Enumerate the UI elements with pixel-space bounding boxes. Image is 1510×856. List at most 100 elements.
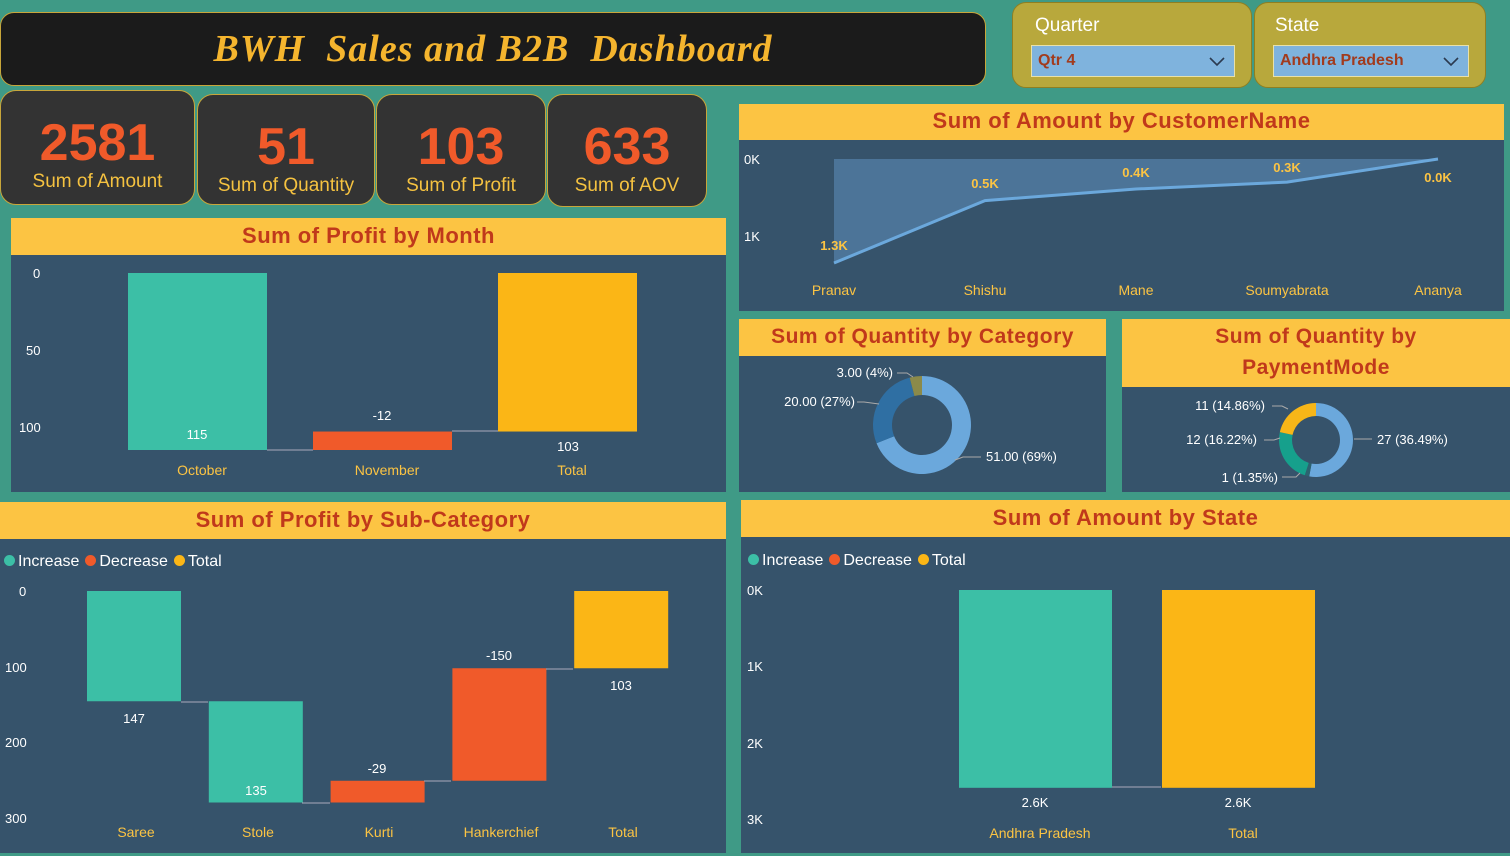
bar-saree[interactable]	[87, 591, 181, 702]
donut-label: 12 (16.22%)	[1186, 432, 1257, 447]
donut-label: 20.00 (27%)	[784, 394, 855, 409]
legend-swatch	[917, 554, 929, 565]
kpi-value: 51	[257, 118, 315, 176]
data-label: -150	[486, 648, 512, 663]
legend-label: Total	[931, 552, 966, 569]
x-tick-label: Shishu	[964, 282, 1007, 298]
data-label: 0.3K	[1273, 160, 1301, 175]
data-label: 103	[557, 439, 579, 454]
x-tick-label: Total	[557, 462, 587, 478]
kpi-label: Sum of Amount	[32, 171, 163, 192]
legend-label: Increase	[762, 552, 824, 569]
legend-swatch	[829, 554, 841, 565]
data-label: 2.6K	[1022, 795, 1049, 810]
data-labels: 2.6K 2.6K	[1022, 795, 1252, 810]
legend-label: Increase	[18, 553, 80, 570]
quarter-dropdown[interactable]: Qtr 4	[1031, 45, 1235, 77]
legend-total: Total	[173, 553, 222, 571]
data-label: 103	[610, 678, 632, 693]
x-tick-label: Soumyabrata	[1245, 282, 1328, 298]
chart-title: Sum of Profit by Sub-Category	[0, 502, 726, 539]
chevron-down-icon	[1443, 57, 1459, 67]
chevron-down-icon	[1209, 57, 1225, 67]
x-tick-label: Pranav	[812, 282, 856, 298]
chart-title: Sum of Quantity by PaymentMode	[1122, 319, 1510, 387]
bar-kurti[interactable]	[330, 780, 425, 803]
data-label: 2.6K	[1225, 795, 1252, 810]
bar-total[interactable]	[498, 273, 637, 432]
legend-label: Decrease	[843, 552, 912, 569]
legend-decrease: Decrease	[85, 553, 168, 571]
y-tick-labels: 0K 1K 2K 3K	[747, 583, 763, 827]
kpi-card-profit: 103 Sum of Profit	[376, 94, 546, 205]
x-tick-label: October	[177, 462, 227, 478]
kpi-label: Sum of AOV	[574, 175, 680, 196]
data-label: -29	[368, 761, 387, 776]
y-tick-label: 2K	[747, 736, 763, 751]
profit-by-month-chart[interactable]: Sum of Profit by Month 0 50 100 115 -12 …	[11, 218, 726, 492]
data-label: 0.5K	[971, 176, 999, 191]
legend-label: Total	[187, 553, 222, 570]
kpi-value: 633	[583, 118, 671, 176]
x-tick-label: Mane	[1118, 282, 1153, 298]
chart-title: Sum of Amount by State	[741, 500, 1510, 537]
y-tick-label: 300	[5, 811, 27, 826]
bar-november[interactable]	[313, 431, 452, 450]
y-tick-labels: 0 100 200 300	[5, 584, 27, 826]
category-donut-plot: 51.00 (69%) 20.00 (27%) 3.00 (4%)	[784, 365, 1057, 474]
bar-total[interactable]	[1162, 590, 1315, 788]
x-tick-labels: Saree Stole Kurti Hankerchief Total	[117, 824, 637, 840]
amount-by-customer-chart[interactable]: Sum of Amount by CustomerName 0K 1K 1.3K…	[739, 104, 1504, 311]
chart-title: Sum of Quantity by Category	[739, 319, 1106, 356]
kpi-card-quantity: 51 Sum of Quantity	[197, 94, 375, 205]
legend-swatch	[173, 555, 185, 566]
data-label: -12	[373, 408, 392, 423]
state-dropdown[interactable]: Andhra Pradesh	[1273, 45, 1469, 77]
x-tick-label: November	[355, 462, 420, 478]
profit-by-subcategory-plot: 0 100 200 300 147 135 -29 -150 103 Saree…	[5, 584, 669, 840]
y-tick-label: 200	[5, 735, 27, 750]
y-tick-label: 1K	[744, 229, 760, 244]
x-tick-labels: Pranav Shishu Mane Soumyabrata Ananya	[812, 282, 1462, 298]
bar-andhra-pradesh[interactable]	[959, 590, 1112, 788]
quarter-slicer-label: Quarter	[1035, 15, 1100, 36]
quantity-by-category-chart[interactable]: Sum of Quantity by Category 51.00 (69%) …	[739, 319, 1106, 492]
chart-title: Sum of Profit by Month	[11, 218, 726, 255]
kpi-label: Sum of Quantity	[217, 175, 355, 196]
x-tick-label: Ananya	[1414, 282, 1462, 298]
x-tick-label: Hankerchief	[464, 824, 539, 840]
y-tick-label: 50	[26, 343, 40, 358]
data-label: 0.0K	[1424, 170, 1452, 185]
state-selected-value: Andhra Pradesh	[1280, 52, 1404, 69]
legend-decrease: Decrease	[829, 552, 912, 570]
kpi-label: Sum of Profit	[406, 175, 516, 196]
legend-total: Total	[917, 552, 966, 570]
y-tick-label: 1K	[747, 659, 763, 674]
data-label: 1.3K	[820, 238, 848, 253]
legend-swatch	[748, 554, 759, 565]
data-label: 147	[123, 711, 145, 726]
y-tick-label: 0	[19, 584, 26, 599]
data-labels: 147 135 -29 -150 103	[123, 648, 632, 798]
bar-october[interactable]	[128, 273, 267, 450]
bar-hankerchief[interactable]	[452, 668, 547, 781]
bar-total[interactable]	[574, 591, 669, 669]
donut-slice[interactable]	[1279, 432, 1309, 476]
kpi-value: 103	[417, 118, 505, 176]
x-tick-label: Saree	[117, 824, 155, 840]
state-slicer: State Andhra Pradesh	[1254, 2, 1486, 88]
chart-legend: Increase Decrease Total	[748, 552, 966, 570]
x-tick-label: Andhra Pradesh	[989, 825, 1090, 841]
amount-by-state-chart[interactable]: Sum of Amount by State Increase Decrease…	[741, 500, 1510, 853]
chart-title: Sum of Amount by CustomerName	[739, 104, 1504, 140]
legend-swatch	[4, 555, 15, 566]
y-tick-label: 0K	[747, 583, 763, 598]
x-tick-labels: Andhra Pradesh Total	[989, 825, 1257, 841]
donut-slice[interactable]	[872, 377, 915, 444]
profit-by-subcategory-chart[interactable]: Sum of Profit by Sub-Category Increase D…	[0, 502, 726, 853]
donut-label: 1 (1.35%)	[1222, 470, 1278, 485]
donut-label: 51.00 (69%)	[986, 449, 1057, 464]
quantity-by-paymentmode-chart[interactable]: Sum of Quantity by PaymentMode 27 (36.49…	[1122, 319, 1510, 492]
kpi-value: 2581	[39, 114, 156, 172]
y-tick-labels: 0K 1K	[744, 152, 760, 244]
